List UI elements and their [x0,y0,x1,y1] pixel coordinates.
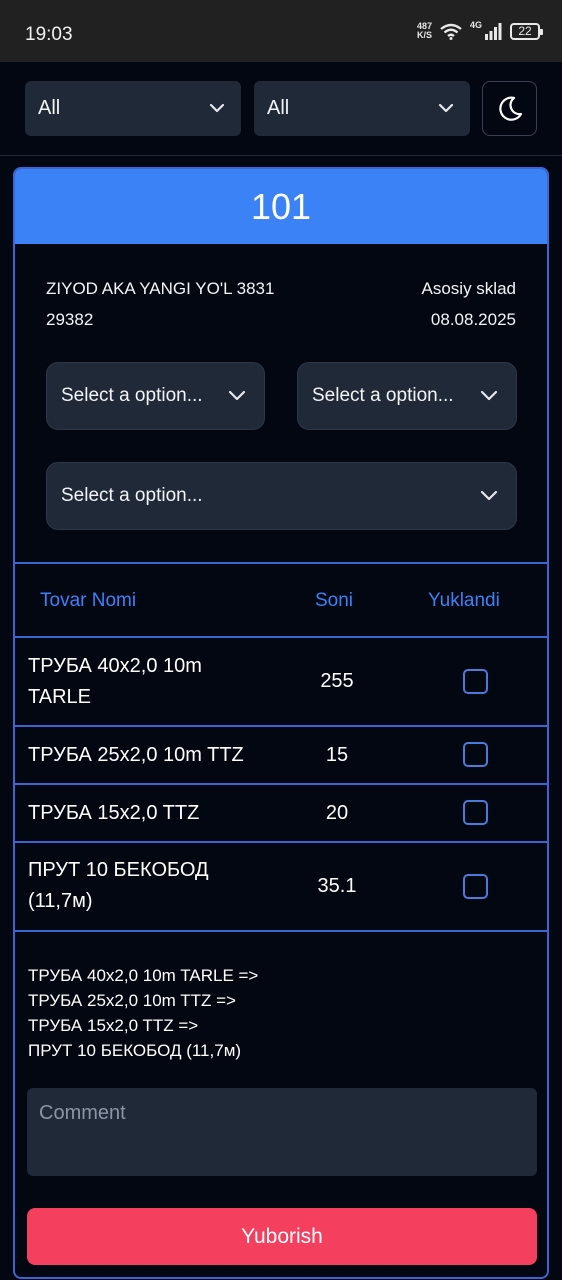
row-qty: 20 [325,802,349,824]
summary-line: ТРУБА 15x2,0 TTZ => [28,1016,199,1035]
order-id: 29382 [46,310,94,329]
network-type: 4G [469,20,482,30]
moon-icon [498,96,522,121]
order-info: ZIYOD AKA YANGI YO'L 3831 29382 Asosiy s… [15,244,547,564]
wifi-icon [440,23,462,40]
table-header: Tovar Nomi Soni Yuklandi [15,564,547,638]
filter-bar: All All [0,62,562,156]
filter-select-2[interactable]: All [254,81,470,136]
status-bar: 19:03 487 K/S 4G 22 [0,0,562,62]
row-name: ТРУБА 15x2,0 TTZ [28,802,200,824]
summary-list: ТРУБА 40x2,0 10m TARLE => ТРУБА 25x2,0 1… [28,963,258,1063]
table-row: ТРУБА 25x2,0 10m TTZ 15 [15,727,547,785]
option-select-2[interactable]: Select a option... [297,362,517,430]
row-name: ТРУБА 25x2,0 10m TTZ [28,744,244,766]
chevron-down-icon [438,103,454,113]
battery-level: 22 [518,23,532,38]
option-select-1-placeholder: Select a option... [61,385,203,406]
status-time: 19:03 [25,24,73,45]
table-row: ПРУТ 10 БЕКОБОД (11,7м) 35.1 [15,843,547,932]
summary-line: ПРУТ 10 БЕКОБОД (11,7м) [28,1041,242,1060]
chevron-down-icon [480,390,498,401]
net-speed: 487 K/S [417,22,432,40]
row-qty: 255 [320,670,354,692]
row-qty: 35.1 [317,875,357,897]
net-speed-unit: K/S [416,30,432,40]
summary-line: ТРУБА 40x2,0 10m TARLE => [28,966,259,985]
status-icons: 487 K/S 4G 22 [417,20,543,40]
warehouse-name: Asosiy sklad [421,279,516,298]
row-name: ПРУТ 10 БЕКОБОД (11,7м) [28,859,209,912]
loaded-checkbox[interactable] [463,742,488,767]
comment-field[interactable] [27,1088,537,1176]
summary-line: ТРУБА 25x2,0 10m TTZ => [28,991,236,1010]
order-date: 08.08.2025 [430,310,516,329]
filter-select-2-value: All [267,97,290,119]
loaded-checkbox[interactable] [463,669,488,694]
chevron-down-icon [228,390,246,401]
loaded-checkbox[interactable] [463,800,488,825]
table-row: ТРУБА 15x2,0 TTZ 20 [15,785,547,843]
client-name: ZIYOD AKA YANGI YO'L 3831 [46,279,275,298]
header-qty: Soni [315,590,354,611]
order-card: 101 ZIYOD AKA YANGI YO'L 3831 29382 Asos… [13,167,549,1279]
order-number: 101 [15,169,547,244]
battery-icon: 22 [510,22,543,40]
option-select-2-placeholder: Select a option... [312,385,454,406]
submit-button[interactable]: Yuborish [27,1208,537,1265]
signal-icon [485,22,502,40]
header-loaded: Yuklandi [428,590,500,611]
option-select-3[interactable]: Select a option... [46,462,517,530]
table-row: ТРУБА 40x2,0 10m TARLE 255 [15,638,547,727]
header-name: Tovar Nomi [40,590,137,611]
row-name: ТРУБА 40x2,0 10m TARLE [28,655,202,708]
chevron-down-icon [480,490,498,501]
theme-toggle-button[interactable] [482,81,537,136]
chevron-down-icon [209,103,225,113]
option-select-1[interactable]: Select a option... [46,362,265,430]
filter-select-1[interactable]: All [25,81,241,136]
loaded-checkbox[interactable] [463,874,488,899]
filter-select-1-value: All [38,97,61,119]
option-select-3-placeholder: Select a option... [61,485,203,506]
row-qty: 15 [325,744,349,766]
